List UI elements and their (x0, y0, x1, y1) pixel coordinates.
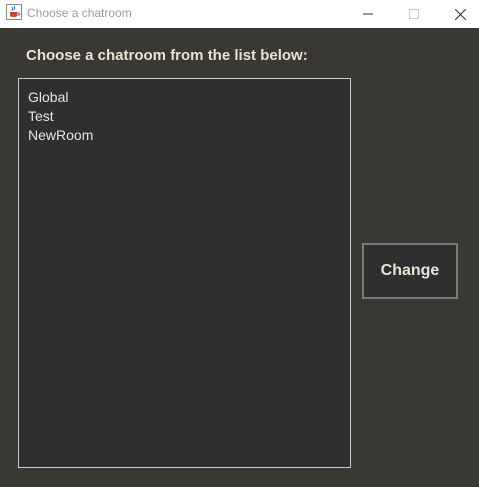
title-bar[interactable]: Choose a chatroom (0, 0, 479, 28)
maximize-icon (409, 9, 419, 19)
window-title: Choose a chatroom (27, 6, 132, 20)
minimize-icon (363, 13, 373, 15)
content-area: Choose a chatroom from the list below: G… (0, 28, 479, 487)
list-item-test[interactable]: Test (28, 108, 54, 124)
maximize-button[interactable] (391, 0, 437, 28)
chatroom-list[interactable]: Global Test NewRoom (18, 78, 351, 468)
java-cup-icon (6, 4, 22, 20)
instruction-heading: Choose a chatroom from the list below: (26, 47, 308, 64)
list-item-global[interactable]: Global (28, 89, 68, 105)
list-item-newroom[interactable]: NewRoom (28, 127, 93, 143)
change-button[interactable]: Change (362, 243, 458, 299)
close-button[interactable] (437, 0, 479, 28)
minimize-button[interactable] (345, 0, 391, 28)
chatroom-window: Choose a chatroom Choose a chatroom from… (0, 0, 479, 487)
close-icon (454, 8, 466, 20)
